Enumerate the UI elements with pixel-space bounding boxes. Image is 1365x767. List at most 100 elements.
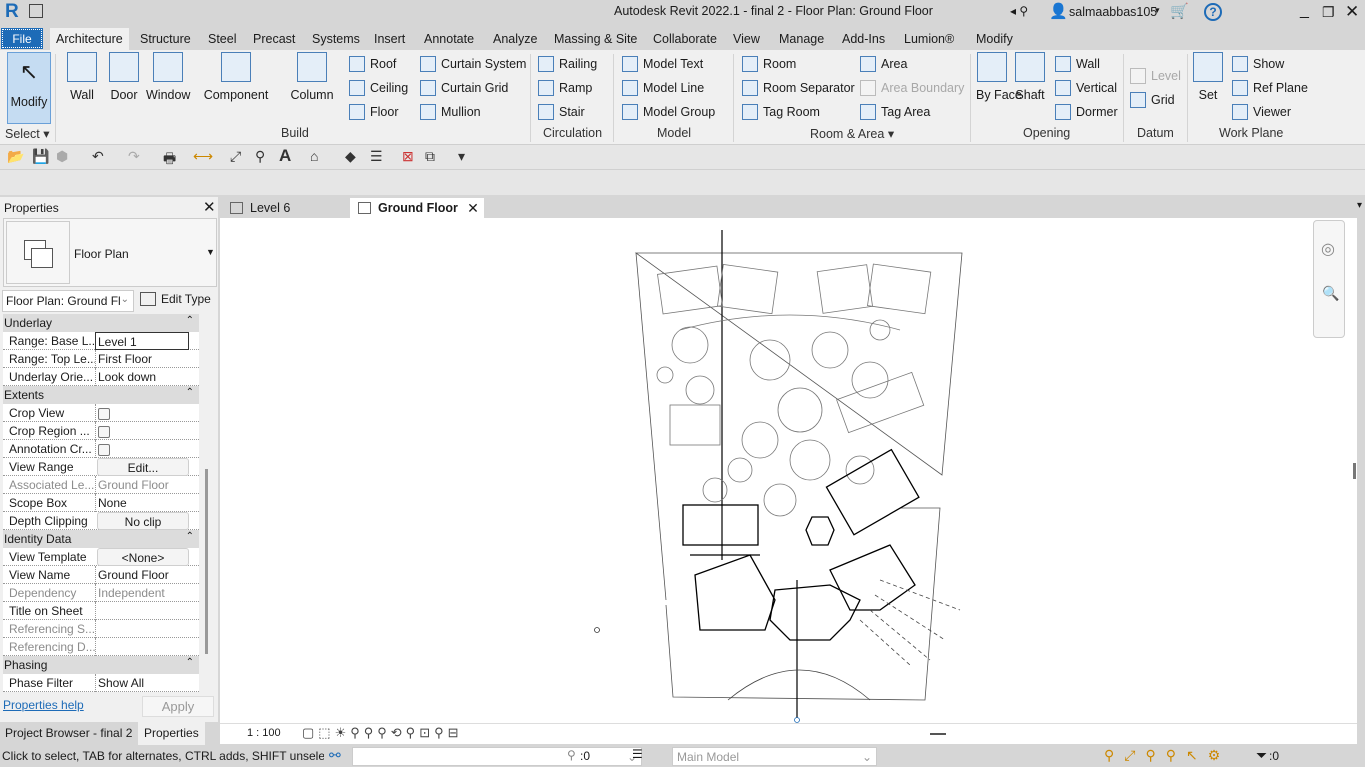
checkbox[interactable] (98, 426, 110, 438)
close-hidden-icon[interactable]: ⊠ (402, 148, 414, 165)
aligned-dimension-icon[interactable]: ⤢ (230, 148, 241, 165)
properties-scrollbar[interactable] (205, 469, 208, 654)
window-button[interactable]: Window (146, 52, 190, 102)
room-button[interactable]: Room (742, 54, 796, 74)
collapse-icon[interactable]: ⌃ (186, 315, 194, 326)
view-tab-level-6[interactable]: Level 6 (222, 198, 296, 218)
text-icon[interactable]: A (279, 146, 291, 166)
design-options-icon[interactable]: ☰ (632, 747, 643, 761)
chevron-down-icon[interactable]: ▾ (1155, 5, 1160, 16)
property-value[interactable]: Ground Floor (95, 566, 189, 584)
dormer-button[interactable]: Dormer (1055, 102, 1118, 122)
open-icon[interactable]: 📂 (7, 148, 24, 165)
ceiling-button[interactable]: Ceiling (349, 78, 408, 98)
property-value[interactable]: Look down (95, 368, 189, 386)
3d-view-icon[interactable]: ⌂ (310, 148, 318, 164)
undo-icon[interactable]: ↶ (92, 148, 104, 165)
property-value[interactable]: Edit... (97, 458, 189, 476)
door-button[interactable]: Door (108, 52, 140, 102)
thin-lines-icon[interactable]: ☰ (370, 148, 383, 165)
close-button[interactable]: ✕ (1345, 2, 1359, 22)
property-value[interactable]: None (95, 494, 189, 512)
apply-button[interactable]: Apply (142, 696, 214, 717)
view-tab-ground-floor[interactable]: Ground Floor ✕ (350, 198, 484, 218)
mullion-button[interactable]: Mullion (420, 102, 481, 122)
grid-button[interactable]: Grid (1130, 90, 1175, 110)
collapse-icon[interactable]: ⌃ (186, 531, 194, 542)
model-group-button[interactable]: Model Group (622, 102, 715, 122)
filter-icon[interactable]: ⏷ (1256, 747, 1267, 764)
tab-view[interactable]: View (727, 30, 766, 50)
property-value[interactable]: <None> (97, 548, 189, 566)
property-group-header[interactable]: Extents ⌃ (3, 386, 199, 404)
switch-windows-icon[interactable]: ⧉ (425, 148, 435, 165)
tab-add-ins[interactable]: Add-Ins (836, 30, 891, 50)
tab-project-browser[interactable]: Project Browser - final 2 (0, 722, 138, 745)
collapse-icon[interactable]: ⌃ (186, 657, 194, 668)
view-controls-icons[interactable]: ▢⬚☀⚲⚲⚲⟲⚲⊡⚲⊟ (302, 725, 463, 741)
component-button[interactable]: Component (203, 52, 269, 102)
property-value[interactable]: Level 1 (95, 332, 189, 350)
tab-modify[interactable]: Modify (970, 30, 1019, 50)
tab-lumion[interactable]: Lumion® (898, 30, 960, 50)
property-value[interactable]: First Floor (95, 350, 189, 368)
tab-massing-site[interactable]: Massing & Site (548, 30, 643, 50)
document-icon[interactable] (29, 4, 43, 18)
section-icon[interactable]: ◆ (345, 148, 356, 165)
stair-button[interactable]: Stair (538, 102, 585, 122)
property-value[interactable] (95, 422, 189, 440)
zoom-icon[interactable]: 🔍 (1322, 285, 1339, 302)
steering-wheel-icon[interactable]: ◎ (1321, 239, 1335, 259)
design-option-dropdown[interactable]: Main Model ⌄ (672, 747, 877, 766)
property-value[interactable] (95, 440, 189, 458)
checkbox[interactable] (98, 408, 110, 420)
tag-area-button[interactable]: Tag Area (860, 102, 930, 122)
property-value[interactable] (95, 404, 189, 422)
tab-precast[interactable]: Precast (247, 30, 301, 50)
tab-structure[interactable]: Structure (134, 30, 197, 50)
wall-button[interactable]: Wall (66, 52, 98, 102)
property-value[interactable]: Show All (95, 674, 189, 692)
edit-type-button[interactable]: Edit Type (140, 292, 211, 306)
tab-file[interactable]: File (1, 28, 43, 49)
tab-systems[interactable]: Systems (306, 30, 366, 50)
instance-selector[interactable]: Floor Plan: Ground Fl ⌄ (2, 290, 134, 312)
tab-manage[interactable]: Manage (773, 30, 830, 50)
collapse-icon[interactable]: ⌃ (186, 387, 194, 398)
properties-help-link[interactable]: Properties help (3, 698, 84, 712)
curtain-system-button[interactable]: Curtain System (420, 54, 526, 74)
tag-room-button[interactable]: Tag Room (742, 102, 820, 122)
tab-architecture[interactable]: Architecture (50, 28, 129, 50)
railing-button[interactable]: Railing (538, 54, 597, 74)
checkbox[interactable] (98, 444, 110, 456)
type-selector[interactable]: Floor Plan ▼ (3, 218, 217, 287)
vertical-button[interactable]: Vertical (1055, 78, 1117, 98)
close-icon[interactable]: ✕ (203, 198, 216, 216)
area-boundary-button[interactable]: Area Boundary (860, 78, 964, 98)
redo-icon[interactable]: ↷ (128, 148, 140, 165)
view-scale[interactable]: 1 : 100 (247, 727, 281, 739)
model-text-button[interactable]: Model Text (622, 54, 703, 74)
minimize-button[interactable]: _ (1300, 2, 1309, 20)
model-line-button[interactable]: Model Line (622, 78, 704, 98)
restore-button[interactable]: ❐ (1322, 4, 1335, 21)
close-tab-icon[interactable]: ✕ (467, 198, 479, 218)
wall-button[interactable]: Wall (1055, 54, 1100, 74)
revit-logo-icon[interactable]: R (5, 1, 19, 23)
tab-analyze[interactable]: Analyze (487, 30, 543, 50)
property-value[interactable] (95, 602, 189, 620)
tab-steel[interactable]: Steel (202, 30, 243, 50)
tab-properties[interactable]: Properties (138, 722, 205, 745)
show-button[interactable]: Show (1232, 54, 1284, 74)
panel-label[interactable]: Select ▾ (5, 126, 50, 141)
measure-icon[interactable]: ⟷ (193, 148, 213, 165)
vertical-scrollbar[interactable] (1353, 463, 1356, 479)
set-button[interactable]: Set (1192, 52, 1224, 102)
level-button[interactable]: Level (1130, 66, 1181, 86)
property-group-header[interactable]: Phasing ⌃ (3, 656, 199, 674)
viewer-button[interactable]: Viewer (1232, 102, 1291, 122)
tag-icon[interactable]: ⚲ (255, 148, 265, 165)
tab-collaborate[interactable]: Collaborate (647, 30, 723, 50)
horizontal-scrollbar[interactable] (930, 733, 946, 735)
floor-button[interactable]: Floor (349, 102, 398, 122)
